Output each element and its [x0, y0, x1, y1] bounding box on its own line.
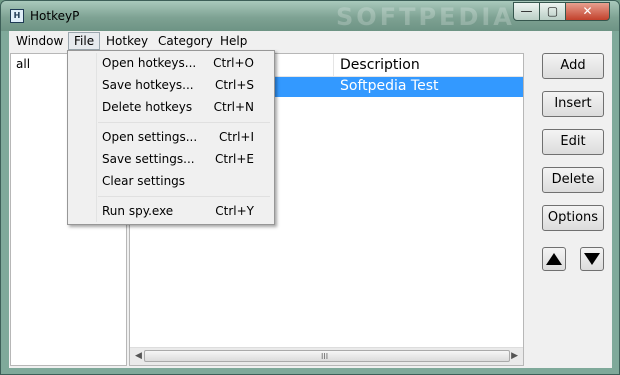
delete-button[interactable]: Delete: [542, 167, 604, 193]
window-title: HotkeyP: [30, 9, 80, 23]
menu-item-label: Clear settings: [102, 174, 186, 188]
menu-item-shortcut: Ctrl+I: [219, 130, 254, 144]
horizontal-scrollbar[interactable]: ◀ III ▶: [130, 347, 523, 365]
arrow-down-icon: [584, 253, 600, 265]
add-button[interactable]: Add: [542, 53, 604, 79]
column-header-description[interactable]: Description: [340, 57, 420, 73]
menu-bar: Window File Hotkey Category Help: [9, 31, 612, 51]
menu-item-save-settings[interactable]: Save settings... Ctrl+E: [68, 149, 274, 169]
insert-button[interactable]: Insert: [542, 91, 604, 117]
softpedia-watermark: SOFTPEDIA: [336, 3, 515, 31]
scrollbar-thumb[interactable]: III: [144, 350, 510, 362]
menu-item-label: Run spy.exe: [102, 204, 174, 218]
scroll-right-icon[interactable]: ▶: [511, 351, 518, 361]
arrow-up-icon: [546, 253, 562, 265]
menu-hotkey[interactable]: Hotkey: [101, 33, 153, 49]
menu-item-open-settings[interactable]: Open settings... Ctrl+I: [68, 127, 274, 147]
menu-help[interactable]: Help: [215, 33, 252, 49]
close-button[interactable]: ✕: [565, 2, 610, 21]
menu-item-shortcut: Ctrl+S: [214, 78, 254, 92]
menu-separator: [98, 122, 270, 123]
row-description: Softpedia Test: [340, 78, 439, 94]
minimize-button[interactable]: —: [513, 2, 540, 21]
title-bar[interactable]: SOFTPEDIA H HotkeyP — ▢ ✕: [1, 1, 619, 31]
menu-item-label: Open hotkeys...: [102, 56, 197, 70]
column-divider[interactable]: [333, 54, 334, 76]
menu-item-delete-hotkeys[interactable]: Delete hotkeys Ctrl+N: [68, 97, 274, 117]
menu-item-shortcut: Ctrl+O: [213, 56, 254, 70]
menu-item-open-hotkeys[interactable]: Open hotkeys... Ctrl+O: [68, 53, 274, 73]
scroll-left-icon[interactable]: ◀: [135, 351, 142, 361]
app-icon[interactable]: H: [10, 9, 24, 23]
category-item-all[interactable]: all: [16, 57, 30, 71]
menu-category[interactable]: Category: [153, 33, 218, 49]
menu-item-shortcut: Ctrl+Y: [215, 204, 254, 218]
menu-item-label: Save hotkeys...: [102, 78, 194, 92]
menu-item-shortcut: Ctrl+E: [215, 152, 254, 166]
menu-window[interactable]: Window: [11, 33, 68, 49]
menu-file[interactable]: File: [68, 32, 101, 50]
menu-separator: [98, 196, 270, 197]
menu-item-clear-settings[interactable]: Clear settings: [68, 171, 274, 191]
menu-item-label: Open settings...: [102, 130, 198, 144]
move-up-button[interactable]: [542, 247, 566, 271]
menu-item-label: Save settings...: [102, 152, 195, 166]
options-button[interactable]: Options: [542, 205, 604, 231]
scroll-grip-icon: III: [321, 352, 329, 361]
maximize-button[interactable]: ▢: [539, 2, 566, 21]
file-menu-dropdown: Open hotkeys... Ctrl+O Save hotkeys... C…: [67, 50, 275, 225]
menu-item-save-hotkeys[interactable]: Save hotkeys... Ctrl+S: [68, 75, 274, 95]
app-window: SOFTPEDIA H HotkeyP — ▢ ✕ Window File Ho…: [0, 0, 620, 375]
move-down-button[interactable]: [580, 247, 604, 271]
menu-item-run-spy[interactable]: Run spy.exe Ctrl+Y: [68, 201, 274, 221]
edit-button[interactable]: Edit: [542, 129, 604, 155]
menu-item-shortcut: Ctrl+N: [213, 100, 254, 114]
menu-item-label: Delete hotkeys: [102, 100, 193, 114]
